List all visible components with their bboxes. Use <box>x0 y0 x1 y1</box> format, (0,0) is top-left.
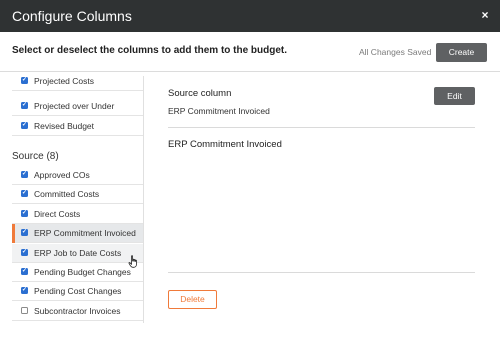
checkbox-checked-icon[interactable]: ✓ <box>21 249 28 256</box>
list-item[interactable]: Subcontractor Invoices <box>12 302 143 321</box>
checkbox-checked-icon[interactable]: ✓ <box>21 77 28 84</box>
edit-button[interactable]: Edit <box>434 87 475 105</box>
list-item-label: Committed Costs <box>34 189 100 199</box>
checkbox-unchecked-icon[interactable] <box>21 307 28 314</box>
list-item[interactable]: ✓ Projected Costs <box>12 76 143 91</box>
modal-header: Configure Columns × <box>0 0 500 32</box>
detail-footer-divider <box>168 272 475 273</box>
list-item[interactable]: ✓ Pending Cost Changes <box>12 282 143 301</box>
list-item-label: Revised Budget <box>34 121 95 131</box>
column-detail-pane: Source column ERP Commitment Invoiced Ed… <box>168 76 475 323</box>
source-column-label: Source column <box>168 88 232 99</box>
list-item-label: Pending Cost Changes <box>34 286 122 296</box>
save-status: All Changes Saved <box>359 47 432 57</box>
header-divider <box>0 71 500 72</box>
checkbox-checked-icon[interactable]: ✓ <box>21 210 28 217</box>
close-icon[interactable]: × <box>479 8 491 22</box>
detail-divider <box>168 127 475 128</box>
checkbox-checked-icon[interactable]: ✓ <box>21 229 28 236</box>
detail-title: ERP Commitment Invoiced <box>168 139 282 150</box>
checkbox-checked-icon[interactable]: ✓ <box>21 122 28 129</box>
list-item-label: Subcontractor Invoices <box>34 306 121 316</box>
list-item[interactable]: ✓ Projected over Under <box>12 97 143 116</box>
list-item-label: Approved COs <box>34 170 90 180</box>
list-item-label: Direct Costs <box>34 209 81 219</box>
list-item-label: ERP Job to Date Costs <box>34 248 122 258</box>
checkbox-checked-icon[interactable]: ✓ <box>21 268 28 275</box>
list-item-label: Pending Budget Changes <box>34 267 131 277</box>
checkbox-checked-icon[interactable]: ✓ <box>21 102 28 109</box>
list-item-label: ERP Commitment Invoiced <box>34 228 136 238</box>
source-column-value: ERP Commitment Invoiced <box>168 106 270 116</box>
checkbox-checked-icon[interactable]: ✓ <box>21 190 28 197</box>
list-item[interactable]: ✓ Committed Costs <box>12 185 143 204</box>
column-list[interactable]: ✓ Projected Costs ✓ Projected over Under… <box>12 76 144 323</box>
list-item[interactable]: ✓ Revised Budget <box>12 117 143 136</box>
instructions-text: Select or deselect the columns to add th… <box>12 45 288 56</box>
hand-cursor-icon <box>128 255 137 268</box>
delete-button[interactable]: Delete <box>168 290 217 309</box>
checkbox-checked-icon[interactable]: ✓ <box>21 171 28 178</box>
list-item-label: Projected over Under <box>34 101 115 111</box>
section-heading-source: Source (8) <box>12 151 59 162</box>
list-item[interactable]: ✓ Pending Budget Changes <box>12 263 143 282</box>
pane-divider <box>143 76 144 323</box>
checkbox-checked-icon[interactable]: ✓ <box>21 287 28 294</box>
list-item[interactable]: ✓ Direct Costs <box>12 205 143 224</box>
create-button[interactable]: Create <box>436 43 487 62</box>
list-item-hover[interactable]: ✓ ERP Job to Date Costs <box>12 244 143 263</box>
modal-title: Configure Columns <box>12 8 132 24</box>
list-item[interactable]: ✓ Approved COs <box>12 166 143 185</box>
list-item-selected[interactable]: ✓ ERP Commitment Invoiced <box>12 224 143 243</box>
list-item-label: Projected Costs <box>34 76 94 86</box>
